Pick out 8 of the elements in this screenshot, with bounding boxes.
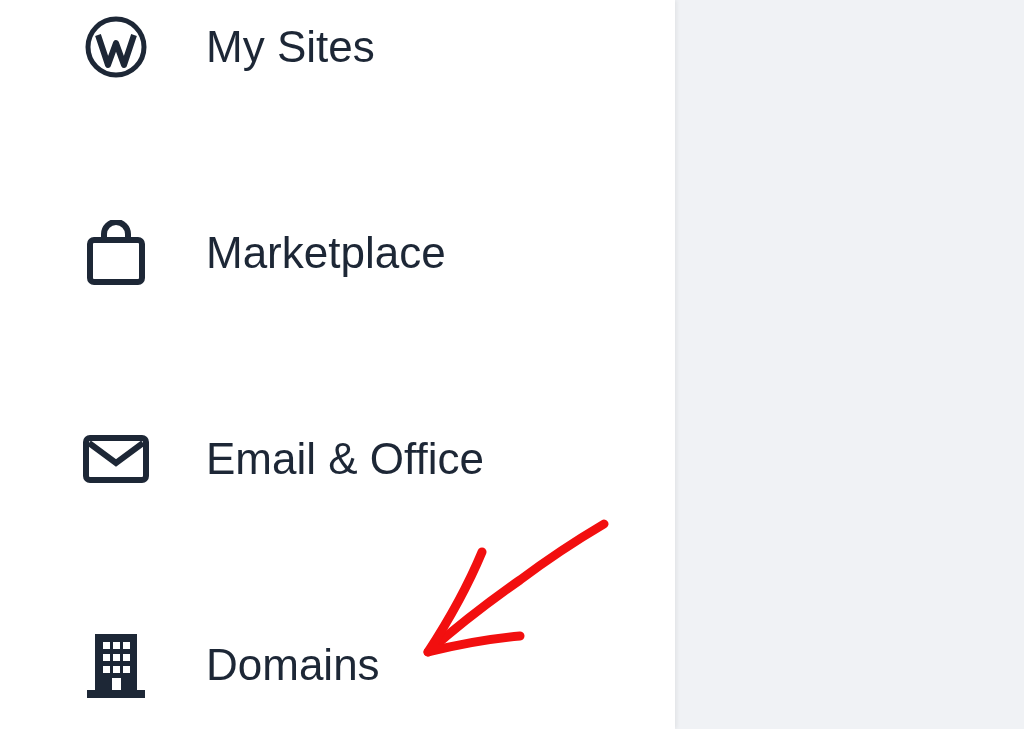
sidebar-item[interactable]: My Sites — [0, 0, 675, 94]
sidebar-item[interactable]: Email & Office — [0, 412, 675, 506]
bag-icon — [86, 220, 146, 286]
building-icon — [87, 632, 145, 698]
logo-icon — [84, 15, 148, 79]
envelope-icon — [83, 435, 149, 483]
sidebar-item[interactable]: Domains — [0, 618, 675, 712]
sidebar-item[interactable]: Marketplace — [0, 206, 675, 300]
